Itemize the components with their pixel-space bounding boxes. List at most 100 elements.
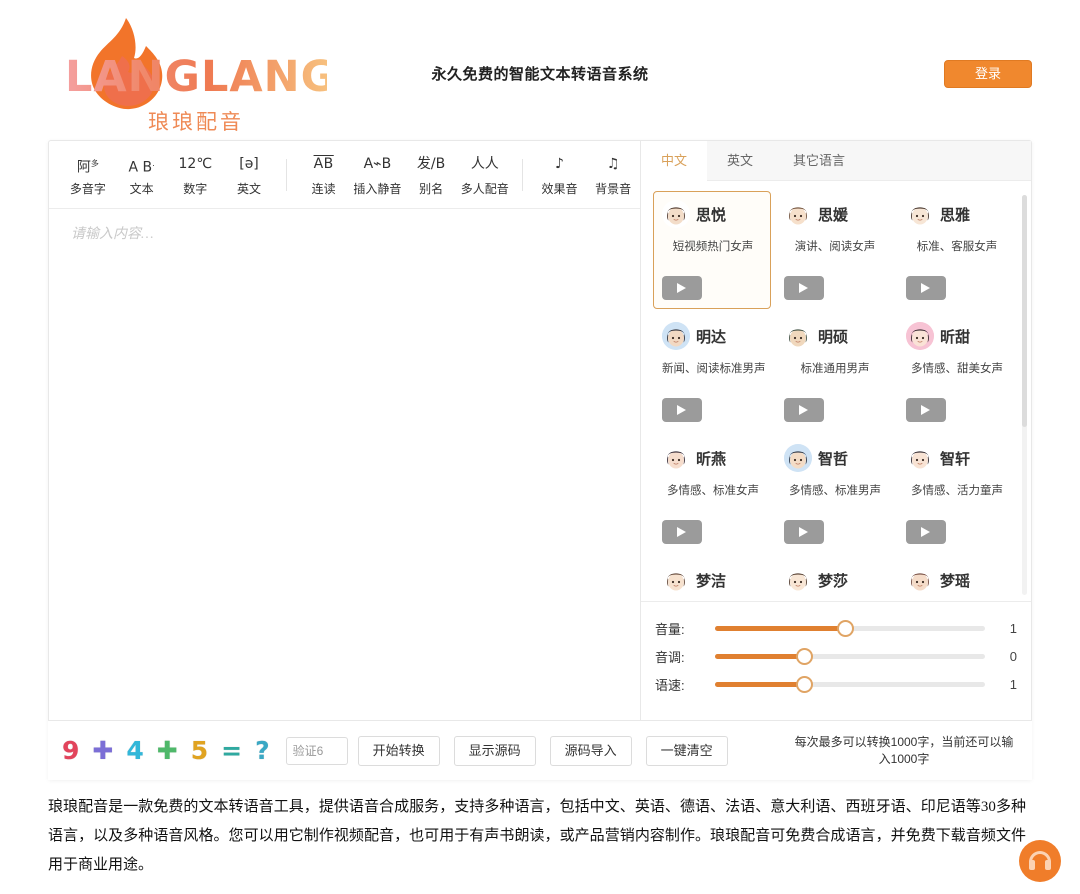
voice-name: 明硕 (818, 328, 849, 346)
slider-track[interactable] (715, 619, 985, 637)
voice-card-header: 智哲 (784, 444, 886, 472)
tool-sound-effect[interactable]: ♪ 效果音 (533, 153, 587, 197)
tool-label: 插入静音 (353, 181, 402, 196)
avatar (662, 322, 690, 350)
action-bar: 9 ✚ 4 ✚ 5 =? 验证6 开始转换 显示源码 源码导入 一键清空 每次最多可以转换100… (48, 720, 1032, 780)
headset-support-icon[interactable] (1019, 840, 1061, 882)
voice-list-scrollbar[interactable] (1022, 195, 1027, 595)
login-button[interactable]: 登录 (944, 60, 1032, 88)
voice-description: 新闻、阅读标准男声 (662, 363, 766, 375)
captcha-glyph[interactable]: = (221, 736, 242, 766)
insert-silence-icon: A⌁B (363, 155, 392, 172)
voice-list-scroll-thumb[interactable] (1022, 195, 1027, 427)
page-title: 永久免费的智能文本转语音系统 (431, 66, 649, 83)
play-icon[interactable] (784, 520, 824, 544)
voice-name: 思悦 (696, 206, 727, 224)
avatar (906, 200, 934, 228)
voice-card[interactable]: 思悦 短视频热门女声 (653, 191, 771, 309)
tool-label: 数字 (183, 181, 208, 196)
editor-placeholder: 请输入内容… (71, 227, 154, 242)
captcha-glyph[interactable]: ✚ (157, 736, 178, 766)
voice-description: 演讲、阅读女声 (794, 241, 876, 253)
avatar (906, 322, 934, 350)
voice-list[interactable]: 思悦 短视频热门女声 思媛 演讲、阅读女声 思雅 标准、客服女声 明达 新闻、阅读标准男声 明硕… (641, 181, 1031, 601)
slider-label: 音调: (655, 649, 685, 665)
show-source-button[interactable]: 显示源码 (453, 735, 536, 766)
play-icon[interactable] (662, 276, 702, 300)
voice-card-header: 明达 (662, 322, 764, 350)
tool-number[interactable]: 12℃ 数字 (168, 153, 222, 197)
headset-earcup-left (1029, 860, 1035, 870)
slider-knob[interactable] (796, 675, 814, 693)
voice-card-header: 昕燕 (662, 444, 764, 472)
captcha-glyph[interactable]: 9 (62, 736, 79, 766)
captcha-glyph[interactable]: ✚ (92, 736, 113, 766)
tool-text[interactable]: A B. 文本 (115, 153, 169, 197)
page-header: LANGLANG 琅琅配音 永久免费的智能文本转语音系统 登录 (0, 0, 1080, 134)
voice-card[interactable]: 智哲 多情感、标准男声 (775, 435, 893, 553)
play-icon[interactable] (906, 520, 946, 544)
captcha-glyph[interactable]: 4 (126, 736, 143, 766)
import-source-button[interactable]: 源码导入 (549, 735, 632, 766)
voice-name: 昕甜 (940, 328, 971, 346)
tab-english[interactable]: 英文 (707, 141, 773, 180)
polyphone-icon: 阿多 (76, 158, 99, 176)
tab-other[interactable]: 其它语言 (773, 141, 865, 180)
site-description: 琅琅配音是一款免费的文本转语音工具，提供语音合成服务，支持多种语言，包括中文、英… (48, 799, 1026, 873)
captcha-input[interactable]: 验证6 (285, 736, 348, 765)
start-convert-button[interactable]: 开始转换 (357, 735, 440, 766)
slider-knob[interactable] (796, 647, 814, 665)
avatar (906, 566, 934, 594)
voice-description: 多情感、标准女声 (667, 485, 759, 497)
slider-track[interactable] (715, 675, 985, 693)
text-editor[interactable]: 请输入内容… (49, 209, 640, 779)
tool-liaison[interactable]: AB 连读 (297, 153, 351, 197)
slider-row: 音量: 1 (655, 614, 1017, 642)
play-icon[interactable] (784, 276, 824, 300)
voice-card[interactable]: 昕燕多情感、标准女声 (653, 435, 771, 553)
voice-description: 短视频热门女声 (672, 241, 754, 253)
tool-alias[interactable]: 发/B 别名 (404, 153, 458, 197)
voice-card[interactable]: 昕甜 多情感、甜美女声 (897, 313, 1015, 431)
editor-toolbar: 阿多 多音字 A B. 文本 12℃ 数字 [ə] 英文 AB 连读 A⌁B 插入静音 发/B 别名 人人多… (49, 141, 640, 209)
tool-english[interactable]: [ə] 英文 (222, 153, 276, 197)
voice-card[interactable]: 智轩多情感、活力童声 (897, 435, 1015, 553)
voice-card[interactable]: 梦瑶职总、知细腻女声 (897, 557, 1015, 601)
captcha-glyph[interactable]: 5 (191, 736, 208, 766)
multi-speaker-icon: 人人 (470, 155, 499, 172)
tool-label: 效果音 (541, 181, 578, 196)
slider-knob[interactable] (836, 619, 854, 637)
avatar (784, 566, 812, 594)
play-icon[interactable] (784, 398, 824, 422)
tool-multi-speaker[interactable]: 人人 多人配音 (458, 153, 512, 197)
slider-track[interactable] (715, 647, 985, 665)
tool-insert-silence[interactable]: A⌁B 插入静音 (351, 153, 405, 197)
play-icon[interactable] (906, 276, 946, 300)
voice-card[interactable]: 明达新闻、阅读标准男声 (653, 313, 771, 431)
text-icon: A B. (128, 158, 155, 176)
captcha-glyph[interactable]: ? (255, 736, 270, 766)
voice-card[interactable]: 思雅 标准、客服女声 (897, 191, 1015, 309)
voice-card[interactable]: 思媛 演讲、阅读女声 (775, 191, 893, 309)
play-icon[interactable] (906, 398, 946, 422)
captcha-image[interactable]: 9 ✚ 4 ✚ 5 =? (62, 736, 270, 766)
alias-icon: 发/B (416, 155, 446, 172)
play-icon[interactable] (662, 398, 702, 422)
voice-description: 多情感、活力童声 (911, 485, 1003, 497)
tool-label: 英文 (237, 181, 262, 196)
voice-card[interactable]: 明硕 标准通用男声 (775, 313, 893, 431)
clear-all-button[interactable]: 一键清空 (645, 735, 728, 766)
avatar (784, 200, 812, 228)
play-icon[interactable] (662, 520, 702, 544)
action-buttons: 开始转换 显示源码 源码导入 一键清空 (357, 735, 742, 766)
voice-card-header: 智轩 (906, 444, 1008, 472)
voice-card[interactable]: 梦莎标准、热门女声 (775, 557, 893, 601)
number-icon: 12℃ (178, 155, 213, 172)
tab-chinese[interactable]: 中文 (641, 141, 708, 181)
tool-background-music[interactable]: ♫ 背景音 (586, 153, 640, 197)
logo-subtitle: 琅琅配音 (148, 111, 244, 134)
tool-polyphone[interactable]: 阿多 多音字 (61, 153, 115, 197)
voice-name: 梦洁 (696, 572, 727, 590)
voice-card[interactable]: 梦洁阅读、有播女声 (653, 557, 771, 601)
voice-card-header: 思悦 (662, 200, 764, 228)
